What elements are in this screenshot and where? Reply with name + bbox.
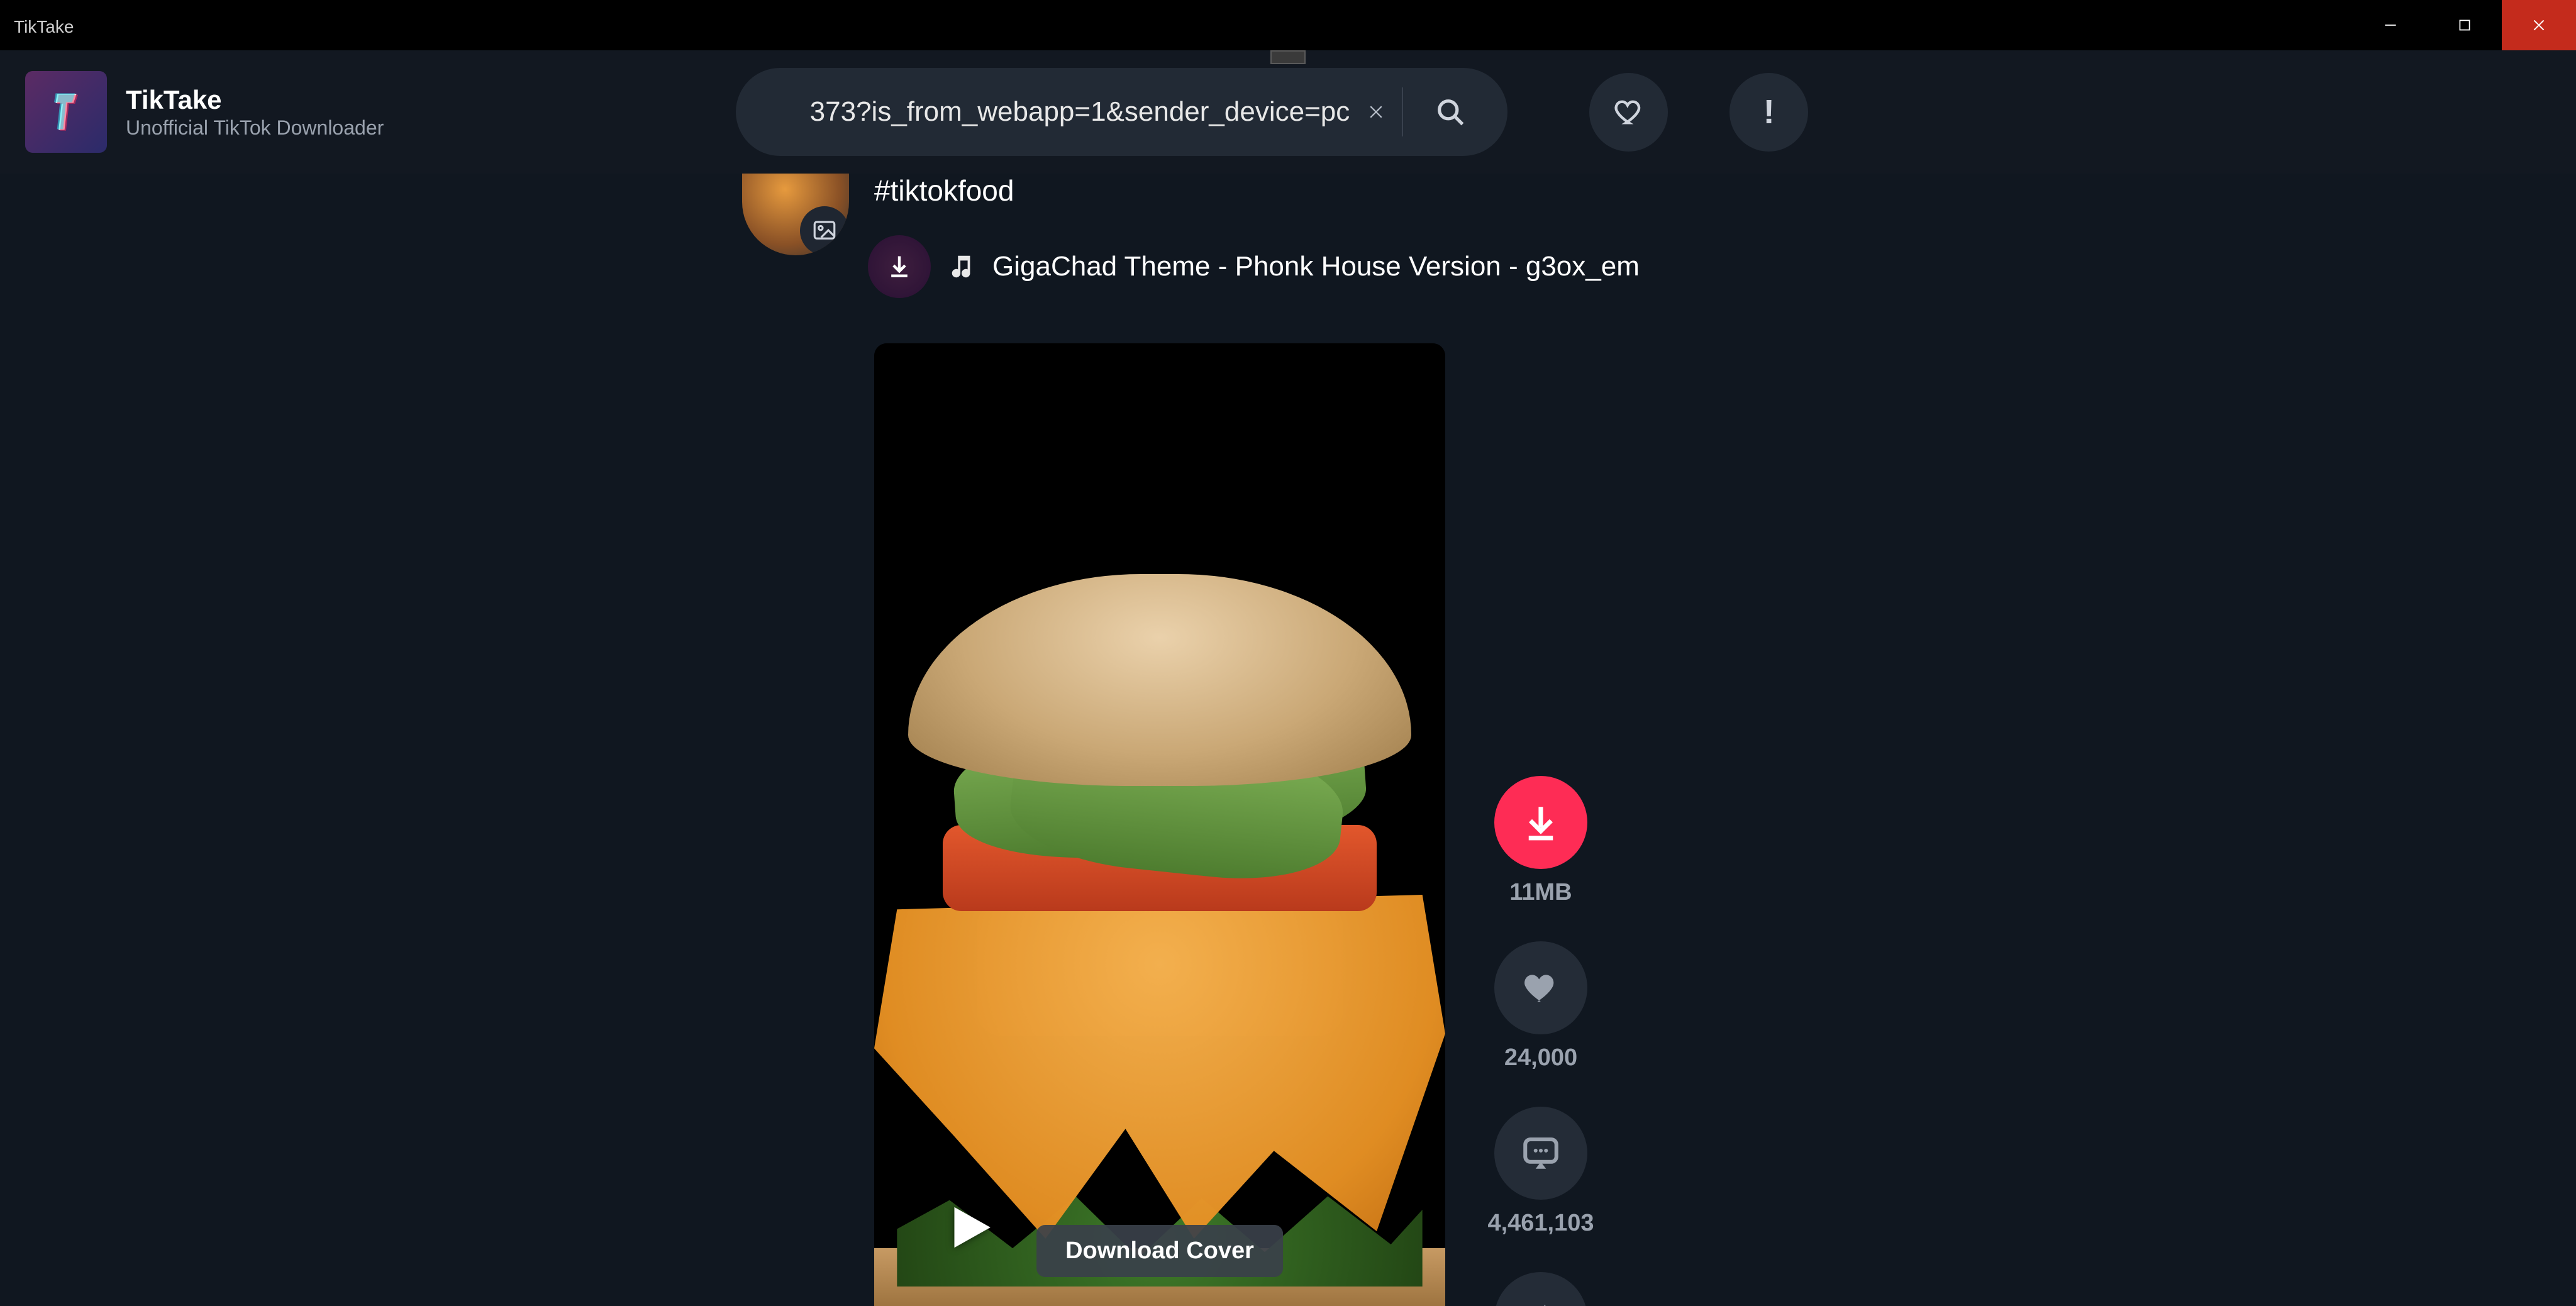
comments-count: 4,461,103 (1487, 1210, 1594, 1237)
heart-icon (1520, 967, 1562, 1009)
favorites-button[interactable] (1589, 73, 1668, 152)
download-cover-button[interactable]: Download Cover (1036, 1225, 1283, 1277)
comments-button[interactable] (1494, 1107, 1587, 1200)
clear-input-button[interactable] (1356, 102, 1396, 121)
window-controls (2353, 0, 2576, 50)
close-button[interactable] (2502, 0, 2576, 50)
info-button[interactable]: ! (1729, 73, 1808, 152)
image-icon (811, 218, 838, 244)
play-icon (941, 1200, 995, 1254)
content-area: #tiktokfood GigaChad Theme - Phonk House… (0, 174, 2576, 1306)
search-button[interactable] (1409, 71, 1491, 153)
music-note-icon (947, 252, 976, 281)
minimize-icon (2382, 17, 2399, 33)
brand: TikTake Unofficial TikTok Downloader (25, 71, 384, 153)
video-player[interactable]: Download Cover (874, 343, 1445, 1306)
search-pill (736, 68, 1507, 156)
hashtag-text[interactable]: #tiktokfood (874, 174, 1014, 208)
maximize-button[interactable] (2428, 0, 2502, 50)
action-column: 11MB 24,000 4,461,103 257,602 (1484, 776, 1597, 1306)
brand-text: TikTake Unofficial TikTok Downloader (126, 85, 384, 140)
video-thumbnail (874, 343, 1445, 1306)
download-icon (1520, 802, 1562, 843)
share-icon (1520, 1298, 1562, 1306)
minimize-button[interactable] (2353, 0, 2428, 50)
share-button[interactable] (1494, 1272, 1587, 1306)
app-header: TikTake Unofficial TikTok Downloader ! (0, 50, 2576, 174)
avatar-gallery-badge[interactable] (800, 206, 849, 255)
comment-icon (1520, 1132, 1562, 1174)
app-logo (25, 71, 107, 153)
maximize-icon (2457, 17, 2473, 33)
search-separator (1402, 87, 1403, 136)
heart-outline-icon (1613, 96, 1645, 128)
window-title: TikTake (0, 13, 74, 37)
brand-subtitle: Unofficial TikTok Downloader (126, 116, 384, 140)
music-title[interactable]: GigaChad Theme - Phonk House Version - g… (992, 251, 1640, 282)
search-icon (1434, 96, 1467, 128)
download-size-label: 11MB (1509, 879, 1572, 906)
likes-count: 24,000 (1504, 1044, 1577, 1071)
close-icon (2531, 17, 2547, 33)
like-button[interactable] (1494, 941, 1587, 1034)
music-row: GigaChad Theme - Phonk House Version - g… (868, 235, 1640, 298)
app-logo-icon (42, 88, 90, 136)
x-icon (1367, 102, 1385, 121)
play-button[interactable] (941, 1200, 997, 1257)
download-icon (886, 253, 913, 280)
download-video-button[interactable] (1494, 776, 1587, 869)
url-input[interactable] (752, 71, 1356, 153)
brand-name: TikTake (126, 85, 384, 115)
top-drag-handle[interactable] (1270, 50, 1306, 64)
exclamation-icon: ! (1763, 92, 1775, 131)
window-titlebar: TikTake (0, 0, 2576, 50)
author-avatar[interactable] (742, 174, 849, 255)
music-download-button[interactable] (868, 235, 931, 298)
